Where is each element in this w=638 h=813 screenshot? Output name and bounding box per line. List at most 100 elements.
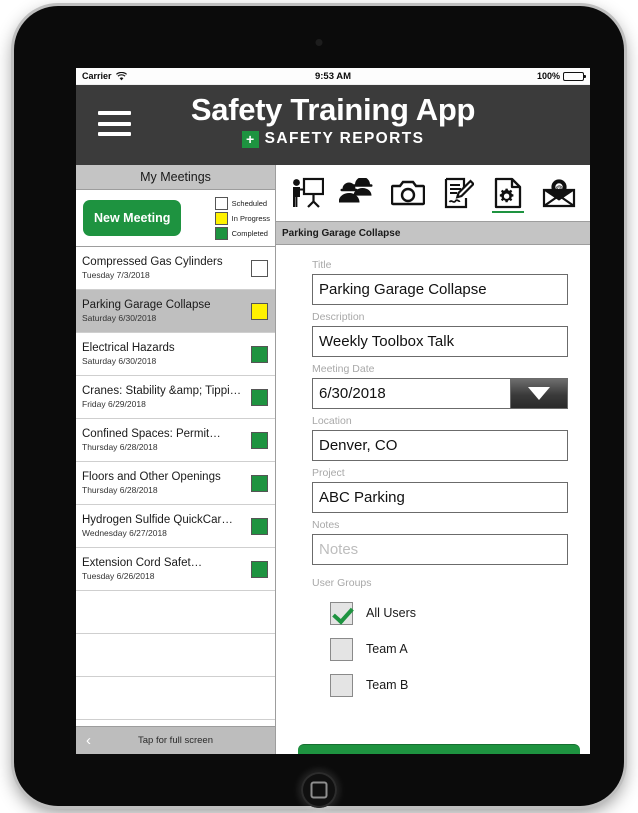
location-input[interactable]: Denver, CO <box>312 430 568 461</box>
meeting-title: Compressed Gas Cylinders <box>82 256 223 268</box>
checkbox-icon[interactable] <box>330 673 353 697</box>
legend-swatch <box>214 211 228 225</box>
legend-label: Completed <box>231 228 268 238</box>
meeting-list-item[interactable]: Compressed Gas Cylinders Tuesday 7/3/2018 <box>76 247 275 290</box>
meeting-date-input[interactable]: 6/30/2018 <box>312 378 510 409</box>
legend-row: Scheduled <box>214 196 270 210</box>
meeting-status-badge <box>251 560 268 578</box>
user-group-row[interactable]: Team A <box>312 631 568 667</box>
signature-notes-icon[interactable] <box>438 171 478 215</box>
brand-logo: + SAFETY REPORTS <box>76 130 590 148</box>
meeting-list-item[interactable]: Confined Spaces: Permit… Thursday 6/28/20… <box>76 419 275 462</box>
chevron-down-icon[interactable] <box>510 378 568 409</box>
meeting-date: Saturday 6/30/2018 <box>82 356 157 366</box>
sidebar: My Meetings New Meeting Scheduled In Prog… <box>76 165 276 754</box>
field-label: Notes <box>312 519 340 531</box>
home-button[interactable] <box>301 772 337 808</box>
meeting-text: Electrical Hazards Saturday 6/30/2018 <box>82 342 251 366</box>
meeting-title: Electrical Hazards <box>82 342 175 354</box>
field-label: Project <box>312 467 345 479</box>
meeting-status-badge <box>251 345 268 363</box>
project-input[interactable]: ABC Parking <box>312 482 568 513</box>
app-header: Safety Training App + SAFETY REPORTS <box>76 85 590 165</box>
tap-for-full-screen-button[interactable]: ‹ Tap for full screen <box>76 726 275 754</box>
meeting-status-badge <box>251 388 268 406</box>
meeting-list[interactable]: Compressed Gas Cylinders Tuesday 7/3/2018… <box>76 247 275 726</box>
status-bar-left: Carrier <box>82 71 315 81</box>
meeting-details-form: Title Parking Garage Collapse Description W… <box>276 245 590 740</box>
field-label: Meeting Date <box>312 363 375 375</box>
meeting-title: Floors and Other Openings <box>82 471 221 483</box>
title-input[interactable]: Parking Garage Collapse <box>312 274 568 305</box>
user-group-label: All Users <box>366 606 417 620</box>
meeting-date: Wednesday 6/27/2018 <box>82 528 167 538</box>
device-screen: Carrier 9:53 AM 100% Safety Training App <box>76 68 590 754</box>
meeting-text: Hydrogen Sulfide QuickCar… Wednesday 6/27… <box>82 514 251 538</box>
meeting-title: Confined Spaces: Permit… <box>82 428 221 440</box>
status-bar-right: 100% <box>351 71 587 81</box>
meeting-date: Thursday 6/28/2018 <box>82 485 158 495</box>
page-title: Safety Training App <box>190 92 476 127</box>
app-body: My Meetings New Meeting Scheduled In Prog… <box>76 165 590 754</box>
battery-percent-label: 100% <box>536 71 561 81</box>
tablet-device-frame: Carrier 9:53 AM 100% Safety Training App <box>14 6 624 808</box>
content-panel: @ Parking Garage Collapse Title Parking G… <box>276 165 590 754</box>
meeting-title: Parking Garage Collapse <box>82 299 211 311</box>
meeting-text: Floors and Other Openings Thursday 6/28/2… <box>82 471 251 495</box>
checkbox-icon[interactable] <box>330 601 353 625</box>
hamburger-menu-icon[interactable] <box>98 111 131 136</box>
legend-label: In Progress <box>231 213 270 223</box>
meeting-text: Confined Spaces: Permit… Thursday 6/28/20… <box>82 428 251 452</box>
chevron-left-icon: ‹ <box>86 732 91 749</box>
battery-icon <box>563 71 587 81</box>
field-label: Title <box>312 259 332 271</box>
new-meeting-button[interactable]: New Meeting <box>83 200 182 236</box>
save-meeting-button[interactable] <box>298 744 580 754</box>
sidebar-toolbar: New Meeting Scheduled In Progress Complete… <box>76 190 275 247</box>
meeting-date-field[interactable]: 6/30/2018 <box>312 378 568 409</box>
brand-name-label: SAFETY REPORTS <box>264 130 425 147</box>
user-group-label: Team B <box>366 678 409 692</box>
meeting-text: Compressed Gas Cylinders Tuesday 7/3/2018 <box>82 256 251 280</box>
description-input[interactable]: Weekly Toolbox Talk <box>312 326 568 357</box>
front-camera-icon <box>315 39 323 46</box>
meeting-list-empty-row <box>76 634 275 677</box>
status-bar-clock: 9:53 AM <box>314 70 352 82</box>
attendees-hardhat-icon[interactable] <box>337 171 377 215</box>
user-group-row[interactable]: All Users <box>312 595 568 631</box>
meeting-list-item[interactable]: Extension Cord Safet… Tuesday 6/26/2018 <box>76 548 275 591</box>
meeting-list-item[interactable]: Electrical Hazards Saturday 6/30/2018 <box>76 333 275 376</box>
meeting-status-badge <box>251 517 268 535</box>
document-settings-icon[interactable] <box>488 171 528 215</box>
user-group-row[interactable]: Team B <box>312 667 568 703</box>
tap-for-full-screen-label: Tap for full screen <box>138 735 213 746</box>
legend-row: In Progress <box>214 211 270 225</box>
meeting-date: Friday 6/29/2018 <box>82 399 146 409</box>
meeting-title: Extension Cord Safet… <box>82 557 203 569</box>
meeting-list-item[interactable]: Cranes: Stability &amp; Tippi… Friday 6/2… <box>76 376 275 419</box>
meeting-list-item[interactable]: Hydrogen Sulfide QuickCar… Wednesday 6/27… <box>76 505 275 548</box>
meeting-date: Tuesday 6/26/2018 <box>82 571 155 581</box>
field-label: Description <box>312 311 365 323</box>
meeting-list-item[interactable]: Floors and Other Openings Thursday 6/28/2… <box>76 462 275 505</box>
presentation-trainer-icon[interactable] <box>287 171 327 215</box>
meeting-list-empty-row <box>76 591 275 634</box>
meeting-status-badge <box>251 259 268 277</box>
camera-icon[interactable] <box>388 171 428 215</box>
meeting-title: Hydrogen Sulfide QuickCar… <box>82 514 233 526</box>
meeting-list-empty-row <box>76 677 275 720</box>
legend-label: Scheduled <box>231 198 268 208</box>
ios-status-bar: Carrier 9:53 AM 100% <box>76 68 590 85</box>
wifi-icon <box>115 71 127 80</box>
breadcrumb: Parking Garage Collapse <box>276 222 590 245</box>
meeting-text: Parking Garage Collapse Saturday 6/30/201… <box>82 299 251 323</box>
legend-swatch <box>214 196 228 210</box>
module-icon-toolbar: @ <box>276 165 590 222</box>
meeting-text: Cranes: Stability &amp; Tippi… Friday 6/2… <box>82 385 251 409</box>
checkbox-icon[interactable] <box>330 637 353 661</box>
meeting-date: Tuesday 7/3/2018 <box>82 270 150 280</box>
brand-plus-icon: + <box>241 130 259 148</box>
email-envelope-icon[interactable]: @ <box>539 171 579 215</box>
notes-input[interactable]: Notes <box>312 534 568 565</box>
meeting-list-item[interactable]: Parking Garage Collapse Saturday 6/30/201… <box>76 290 275 333</box>
